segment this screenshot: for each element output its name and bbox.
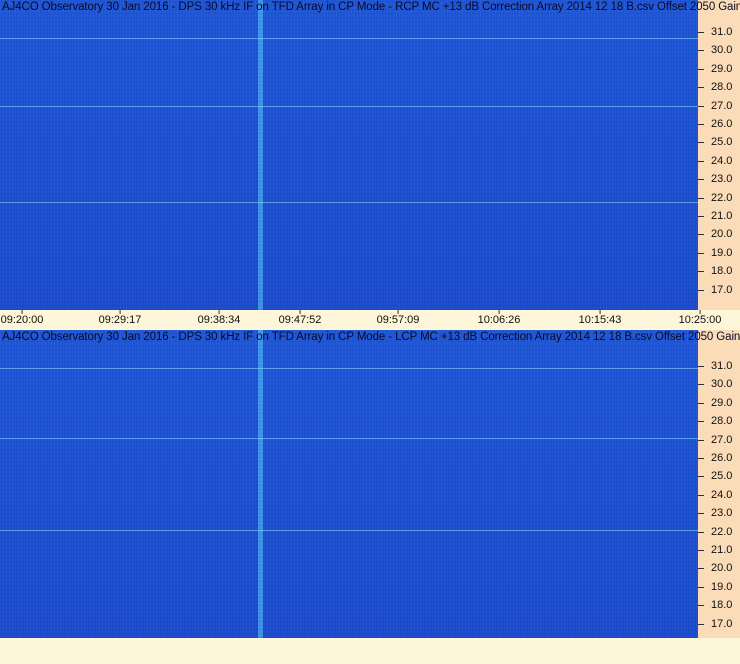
rcp-time-axis: 09:20:00 09:29:17 09:38:34 09:47:52 09:57:09… <box>0 310 740 330</box>
rcp-title: AJ4CO Observatory 30 Jan 2016 - DPS 30 k… <box>2 1 740 13</box>
lcp-y-tick: 22.0 <box>698 526 740 538</box>
rcp-y-tick: 25.0 <box>698 136 740 148</box>
rcp-panel: AJ4CO Observatory 30 Jan 2016 - DPS 30 k… <box>0 0 740 330</box>
rcp-x-tick: 09:57:09 <box>376 310 420 326</box>
lcp-panel: AJ4CO Observatory 30 Jan 2016 - DPS 30 k… <box>0 330 740 664</box>
lcp-y-tick: 24.0 <box>698 489 740 501</box>
rcp-y-tick: 28.0 <box>698 81 740 93</box>
lcp-y-tick: 28.0 <box>698 415 740 427</box>
lcp-y-tick: 25.0 <box>698 470 740 482</box>
lcp-y-tick: 31.0 <box>698 360 740 372</box>
rcp-band-line-22 <box>0 202 698 203</box>
lcp-y-tick: 20.0 <box>698 562 740 574</box>
rcp-x-tick: 09:47:52 <box>278 310 322 326</box>
lcp-band-line-31 <box>0 368 698 369</box>
rcp-y-tick: 19.0 <box>698 247 740 259</box>
lcp-y-tick: 27.0 <box>698 434 740 446</box>
lcp-frequency-axis: 31.0 30.0 29.0 28.0 27.0 26.0 25.0 24.0 23.0 22.0… <box>698 330 740 638</box>
rcp-y-tick: 20.0 <box>698 228 740 240</box>
rcp-y-tick: 29.0 <box>698 63 740 75</box>
lcp-spectrogram <box>0 330 698 638</box>
rcp-x-tick: 10:25:00 <box>678 310 722 326</box>
lcp-y-tick: 19.0 <box>698 581 740 593</box>
rcp-y-tick: 17.0 <box>698 284 740 296</box>
lcp-y-tick: 29.0 <box>698 397 740 409</box>
lcp-y-tick: 21.0 <box>698 544 740 556</box>
rcp-y-tick: 24.0 <box>698 155 740 167</box>
rcp-x-tick: 10:06:26 <box>477 310 521 326</box>
lcp-y-tick: 26.0 <box>698 452 740 464</box>
rcp-y-tick: 30.0 <box>698 44 740 56</box>
lcp-title: AJ4CO Observatory 30 Jan 2016 - DPS 30 k… <box>2 331 740 343</box>
rcp-spectrogram <box>0 0 698 310</box>
lcp-y-tick: 30.0 <box>698 378 740 390</box>
lcp-y-tick: 17.0 <box>698 618 740 630</box>
rcp-x-tick: 09:29:17 <box>98 310 142 326</box>
rcp-y-tick: 27.0 <box>698 100 740 112</box>
rcp-band-line-31 <box>0 38 698 39</box>
lcp-y-tick: 18.0 <box>698 599 740 611</box>
rcp-x-tick: 09:20:00 <box>0 310 44 326</box>
rcp-frequency-axis: 31.0 30.0 29.0 28.0 27.0 26.0 25.0 24.0 23.0 22.0… <box>698 0 740 310</box>
rcp-y-tick: 22.0 <box>698 192 740 204</box>
rcp-y-tick: 18.0 <box>698 265 740 277</box>
lcp-band-line-27 <box>0 438 698 439</box>
rcp-y-tick: 31.0 <box>698 26 740 38</box>
lcp-band-line-22 <box>0 530 698 531</box>
rcp-x-tick: 10:15:43 <box>578 310 622 326</box>
lcp-time-axis <box>0 638 740 664</box>
rcp-y-tick: 21.0 <box>698 210 740 222</box>
rcp-x-tick: 09:38:34 <box>197 310 241 326</box>
lcp-y-tick: 23.0 <box>698 507 740 519</box>
rcp-band-line-27 <box>0 106 698 107</box>
rcp-y-tick: 26.0 <box>698 118 740 130</box>
rcp-y-tick: 23.0 <box>698 173 740 185</box>
